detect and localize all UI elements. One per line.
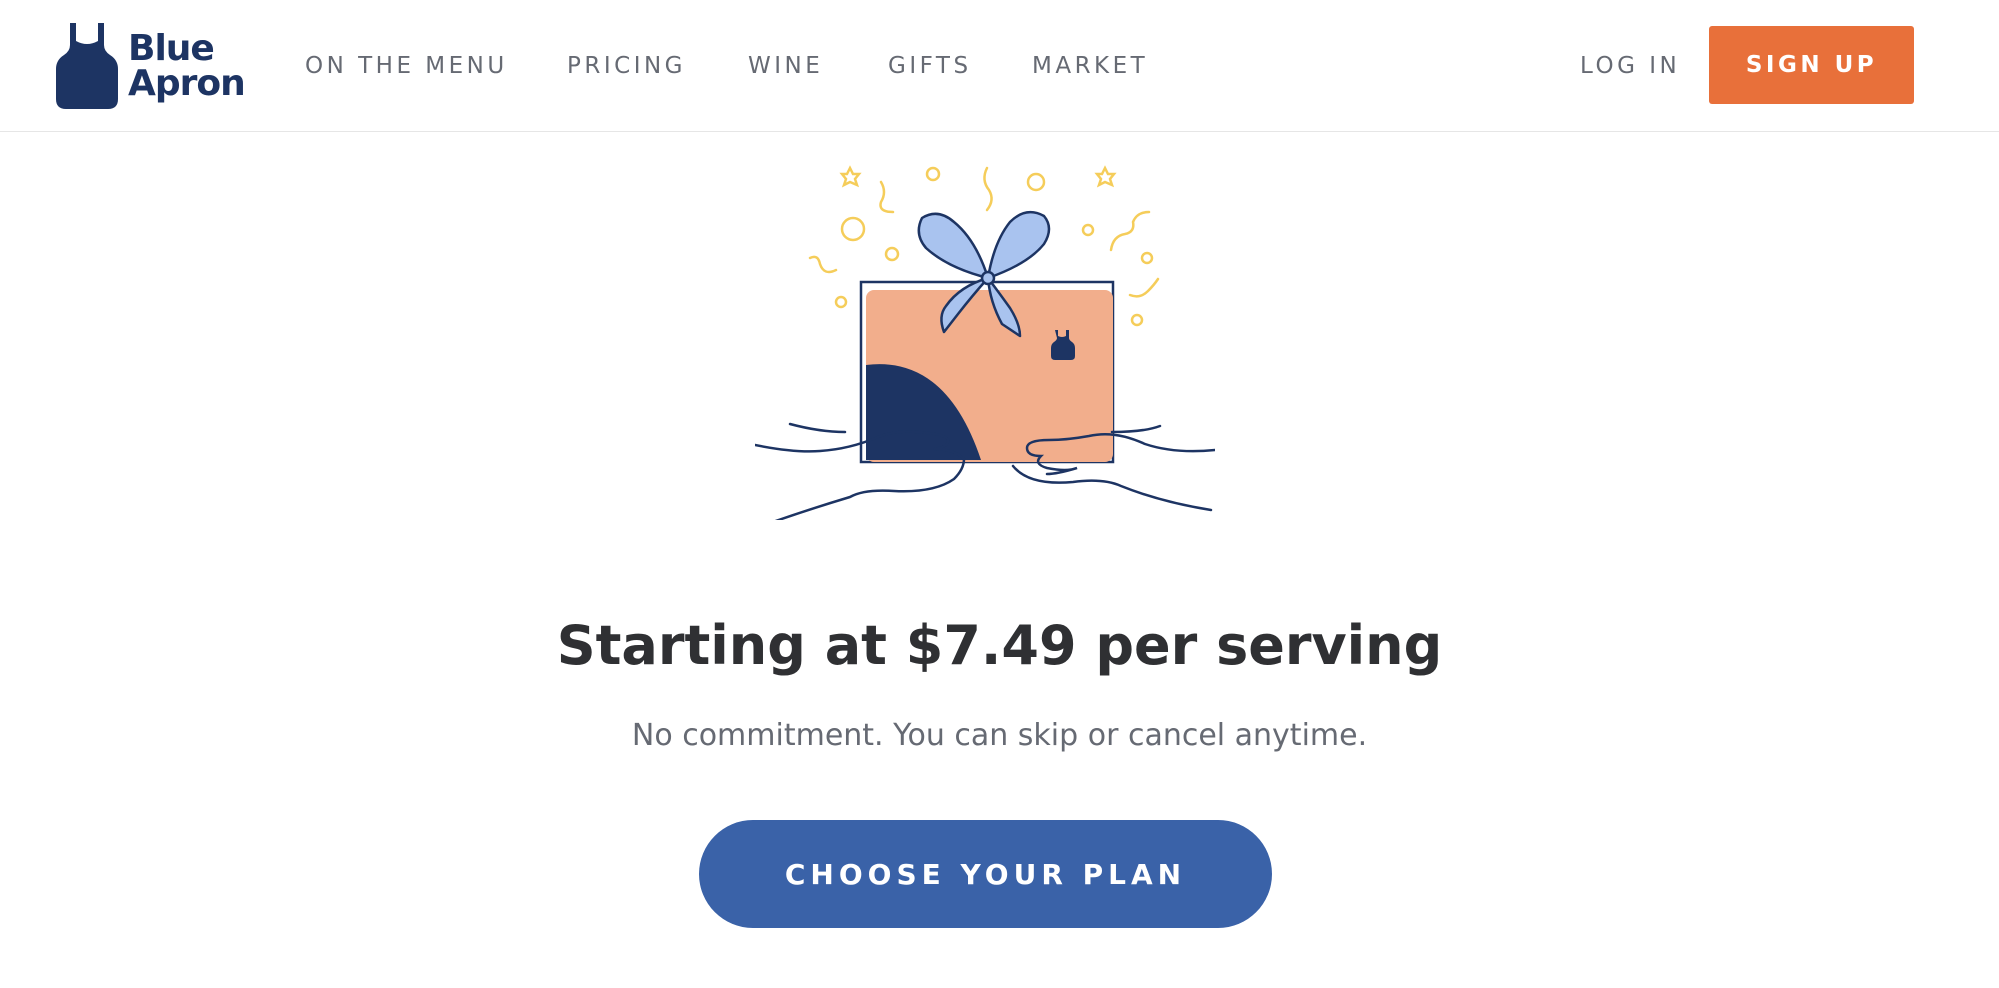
- logo-word-apron: Apron: [128, 63, 246, 104]
- nav-on-the-menu[interactable]: ON THE MENU: [305, 50, 508, 82]
- choose-your-plan-button[interactable]: CHOOSE YOUR PLAN: [699, 820, 1272, 928]
- signup-button[interactable]: SIGN UP: [1709, 26, 1914, 104]
- login-link[interactable]: LOG IN: [1580, 50, 1680, 82]
- nav-wine[interactable]: WINE: [748, 50, 823, 82]
- hero-headline: Starting at $7.49 per serving: [556, 614, 1443, 677]
- site-header: Blue Apron ON THE MENU PRICING WINE GIFT…: [0, 0, 1999, 132]
- logo-word-blue: Blue: [128, 28, 215, 69]
- nav-pricing[interactable]: PRICING: [567, 50, 686, 82]
- hero-subline: No commitment. You can skip or cancel an…: [631, 718, 1368, 753]
- nav-gifts[interactable]: GIFTS: [888, 50, 972, 82]
- nav-market[interactable]: MARKET: [1032, 50, 1148, 82]
- logo-wordmark: Blue Apron: [128, 28, 246, 104]
- gift-box-illustration: [755, 165, 1215, 520]
- apron-icon: [56, 23, 118, 109]
- blue-apron-logo[interactable]: Blue Apron: [56, 20, 248, 112]
